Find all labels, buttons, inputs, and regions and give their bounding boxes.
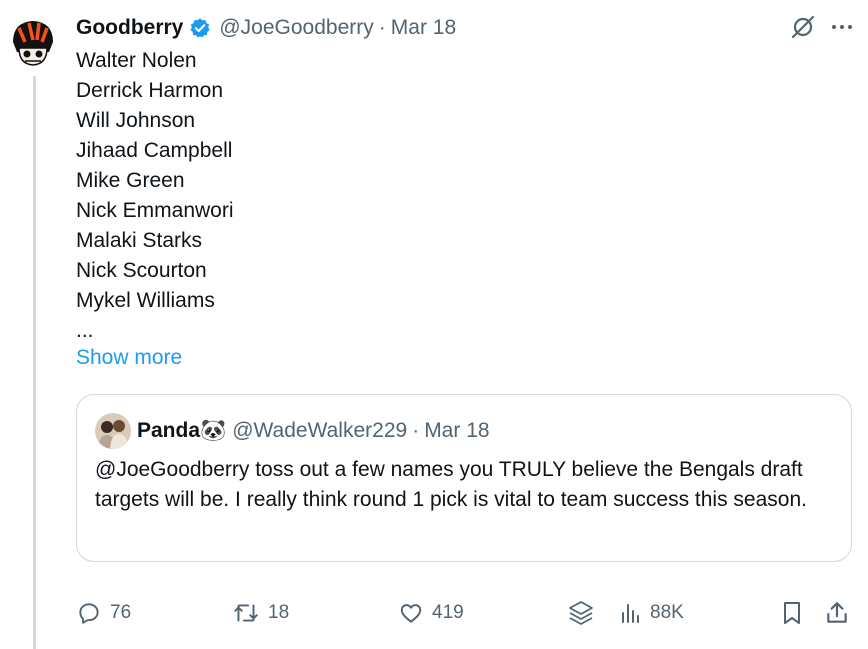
- grok-icon[interactable]: [790, 14, 816, 45]
- tweet-date[interactable]: Mar 18: [391, 16, 456, 40]
- quote-text: @JoeGoodberry toss out a few names you T…: [95, 458, 807, 511]
- tweet-header: Goodberry @JoeGoodberry · Mar 18: [76, 14, 456, 42]
- separator-dot: ·: [378, 16, 386, 39]
- stack-icon: [566, 596, 596, 630]
- tweet-line: Nick Scourton: [76, 259, 207, 282]
- separator-dot: ·: [412, 419, 420, 442]
- quote-author-name: Panda: [137, 419, 201, 442]
- tweet-line: Walter Nolen: [76, 49, 197, 72]
- author-avatar[interactable]: [3, 12, 61, 70]
- tweet-actions: 76 18 419 88K: [76, 596, 856, 630]
- tweet-text: Walter Nolen Derrick Harmon Will Johnson…: [76, 46, 234, 346]
- thread-line: [33, 76, 36, 649]
- verified-badge-icon: [189, 17, 211, 39]
- quoted-tweet[interactable]: Panda 🐼 @WadeWalker229 · Mar 18 @JoeGood…: [76, 394, 852, 562]
- repost-icon: [232, 600, 260, 626]
- views-button[interactable]: 88K: [620, 596, 684, 630]
- repost-count: 18: [268, 602, 290, 623]
- tweet-line: Mykel Williams: [76, 289, 215, 312]
- quote-date: Mar 18: [424, 419, 490, 442]
- quote-author-handle: @WadeWalker229: [232, 419, 408, 442]
- more-icon[interactable]: [830, 15, 854, 44]
- show-more-link[interactable]: Show more: [76, 346, 182, 370]
- tweet-line: Nick Emmanwori: [76, 199, 234, 222]
- tweet-line: Jihaad Campbell: [76, 139, 233, 162]
- like-button[interactable]: 419: [398, 596, 464, 630]
- share-button[interactable]: [824, 596, 850, 630]
- views-count: 88K: [650, 602, 684, 623]
- like-count: 419: [432, 602, 464, 623]
- tweet-line: Derrick Harmon: [76, 79, 224, 102]
- share-icon: [824, 600, 850, 626]
- bookmark-icon: [780, 600, 804, 626]
- author-handle[interactable]: @JoeGoodberry: [219, 16, 373, 40]
- tweet-line: Mike Green: [76, 169, 185, 192]
- tweet-line: Malaki Starks: [76, 229, 203, 252]
- like-icon: [398, 600, 424, 626]
- author-name[interactable]: Goodberry: [76, 16, 183, 40]
- views-icon: [620, 602, 642, 624]
- bookmark-button[interactable]: [780, 596, 804, 630]
- reply-count: 76: [110, 602, 132, 623]
- quote-author-avatar: [95, 413, 131, 449]
- reply-button[interactable]: 76: [76, 596, 131, 630]
- tweet-line: ...: [76, 319, 94, 342]
- repost-button[interactable]: 18: [232, 596, 289, 630]
- panda-emoji: 🐼: [200, 419, 227, 442]
- stack-button[interactable]: [566, 596, 596, 630]
- reply-icon: [76, 600, 102, 626]
- quote-header: Panda 🐼 @WadeWalker229 · Mar 18: [137, 417, 490, 445]
- tweet-line: Will Johnson: [76, 109, 196, 132]
- top-actions: [790, 14, 854, 45]
